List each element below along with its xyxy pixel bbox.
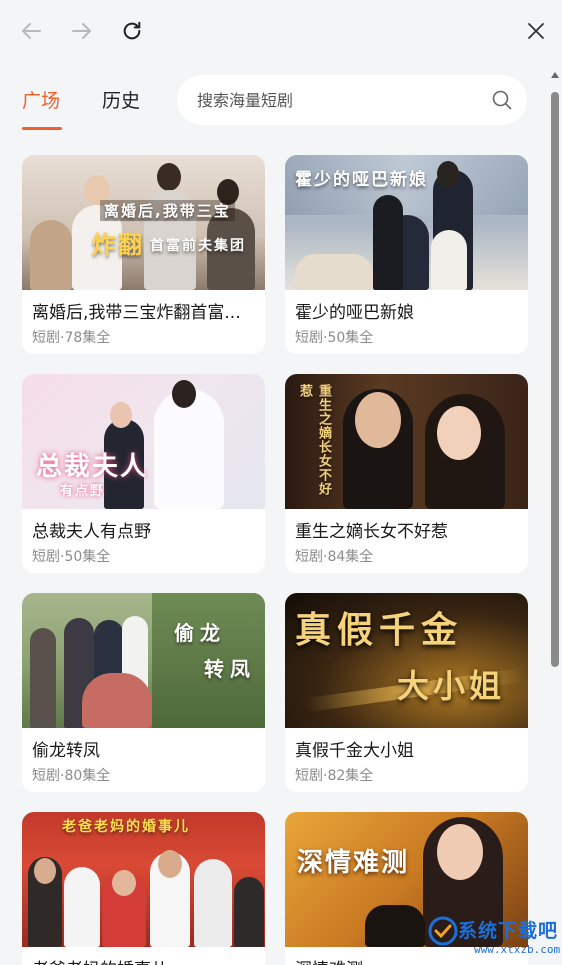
drama-title: 老爸老妈的婚事儿 — [22, 947, 265, 965]
drama-poster: 重生之嫡长女不好惹 — [285, 374, 528, 509]
tabs-row: 广场 历史 — [0, 70, 548, 132]
search-icon[interactable] — [491, 89, 513, 115]
drama-title: 霍少的哑巴新娘 — [295, 303, 414, 323]
scrollbar-thumb[interactable] — [551, 92, 559, 667]
nav-bar — [0, 0, 562, 62]
drama-poster: 偷龙 转凤 — [22, 593, 265, 728]
poster-title: 有点野 — [60, 484, 106, 499]
close-icon[interactable] — [519, 14, 553, 48]
poster-title: 真假千金 — [295, 610, 464, 651]
drama-meta: 短剧·82集全 — [295, 768, 374, 784]
app-window: 广场 历史 离婚后,我带三宝 炸翻 首富前夫集团 — [0, 0, 562, 965]
scrollbar[interactable] — [548, 70, 562, 965]
drama-card[interactable]: 偷龙 转凤 偷龙转凤 短剧·80集全 — [22, 593, 265, 792]
drama-poster: 老爸老妈的婚事儿 — [22, 812, 265, 947]
drama-card[interactable]: 老爸老妈的婚事儿 老爸老妈的婚事儿 — [22, 812, 265, 965]
poster-title: 转凤 — [204, 657, 256, 681]
drama-poster: 离婚后,我带三宝 炸翻 首富前夫集团 — [22, 155, 265, 290]
search-input[interactable] — [197, 90, 467, 110]
poster-title: 炸翻 — [92, 231, 144, 259]
drama-poster: 总裁夫人 有点野 — [22, 374, 265, 509]
poster-title: 老爸老妈的婚事儿 — [62, 819, 190, 835]
drama-card[interactable]: 重生之嫡长女不好惹 重生之嫡长女不好惹 短剧·84集全 — [285, 374, 528, 573]
tab-square[interactable]: 广场 — [22, 86, 60, 113]
scroll-up-arrow-icon[interactable] — [551, 72, 559, 78]
drama-meta: 短剧·78集全 — [32, 330, 111, 346]
poster-title: 首富前夫集团 — [150, 238, 246, 254]
poster-title: 重生之嫡长女不好惹 — [297, 384, 331, 496]
poster-title: 大小姐 — [397, 667, 506, 705]
watermark-text: 系统下载吧 — [458, 920, 559, 942]
drama-card[interactable]: 离婚后,我带三宝 炸翻 首富前夫集团 离婚后,我带三宝炸翻首富... 短剧·78… — [22, 155, 265, 354]
drama-meta: 短剧·50集全 — [32, 549, 111, 565]
drama-meta: 短剧·50集全 — [295, 330, 374, 346]
drama-title: 真假千金大小姐 — [295, 741, 414, 761]
drama-poster: 霍少的哑巴新娘 — [285, 155, 528, 290]
drama-card[interactable]: 总裁夫人 有点野 总裁夫人有点野 短剧·50集全 — [22, 374, 265, 573]
drama-meta: 短剧·84集全 — [295, 549, 374, 565]
drama-card[interactable]: 真假千金 大小姐 真假千金大小姐 短剧·82集全 — [285, 593, 528, 792]
drama-title: 重生之嫡长女不好惹 — [295, 522, 448, 542]
drama-meta: 短剧·80集全 — [32, 768, 111, 784]
search-box[interactable] — [177, 75, 527, 125]
watermark-url: www.xtxzb.com — [474, 943, 561, 956]
drama-card[interactable]: 霍少的哑巴新娘 霍少的哑巴新娘 短剧·50集全 — [285, 155, 528, 354]
poster-title: 深情难测 — [297, 848, 410, 878]
refresh-icon[interactable] — [115, 14, 149, 48]
tab-history[interactable]: 历史 — [102, 86, 140, 113]
arrow-right-icon[interactable] — [64, 14, 98, 48]
poster-title: 偷龙 — [174, 621, 226, 645]
poster-title: 霍少的哑巴新娘 — [295, 170, 428, 190]
active-tab-indicator — [22, 127, 62, 130]
drama-title: 离婚后,我带三宝炸翻首富... — [32, 303, 241, 323]
poster-title: 总裁夫人 — [36, 452, 149, 482]
drama-title: 偷龙转凤 — [32, 741, 100, 761]
drama-poster: 真假千金 大小姐 — [285, 593, 528, 728]
drama-title: 总裁夫人有点野 — [32, 522, 151, 542]
poster-title: 离婚后,我带三宝 — [100, 200, 235, 221]
watermark: 系统下载吧 www.xtxzb.com — [424, 910, 562, 965]
drama-grid: 离婚后,我带三宝 炸翻 首富前夫集团 离婚后,我带三宝炸翻首富... 短剧·78… — [22, 155, 528, 965]
arrow-left-icon[interactable] — [15, 14, 49, 48]
watermark-logo-icon — [428, 916, 458, 946]
